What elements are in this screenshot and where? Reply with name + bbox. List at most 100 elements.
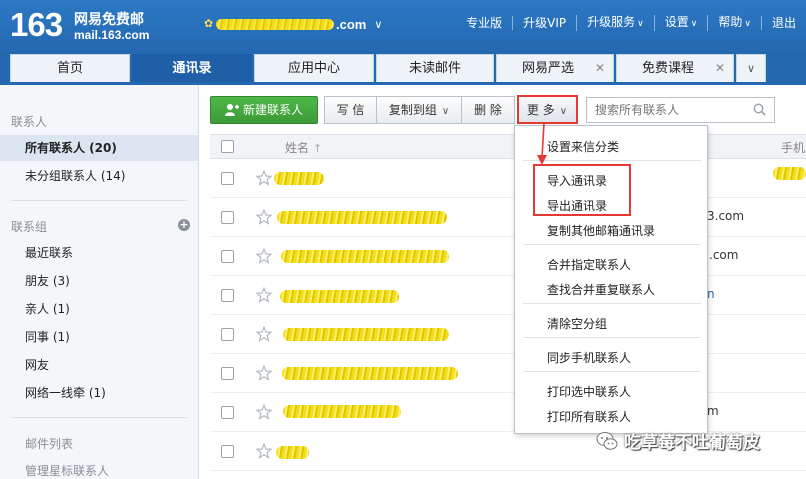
row-checkbox[interactable] bbox=[221, 445, 234, 458]
menu-item-print-all[interactable]: 打印所有联系人 bbox=[547, 408, 631, 425]
redacted-contact bbox=[282, 367, 458, 380]
more-button-highlight bbox=[517, 95, 578, 124]
sidebar-divider bbox=[11, 417, 187, 418]
tab-free-course[interactable]: 免费课程 ✕ bbox=[616, 54, 734, 82]
search-input[interactable] bbox=[587, 98, 747, 122]
sidebar-item-online-match[interactable]: 网络一线牵 (1) bbox=[0, 380, 198, 406]
column-header-phone[interactable]: 手机 bbox=[781, 139, 805, 156]
sidebar-heading-groups: 联系组 bbox=[11, 220, 48, 234]
sidebar-heading-contacts: 联系人 bbox=[11, 115, 48, 129]
star-icon[interactable] bbox=[256, 248, 272, 264]
row-checkbox[interactable] bbox=[221, 406, 234, 419]
tab-home[interactable]: 首页 bbox=[10, 54, 130, 82]
row-checkbox[interactable] bbox=[221, 289, 234, 302]
nav-settings[interactable]: 设置 ∨ bbox=[653, 15, 708, 31]
new-contact-button[interactable]: 新建联系人 bbox=[210, 96, 318, 124]
tab-overflow[interactable]: ∨ bbox=[736, 54, 766, 82]
nav-pro[interactable]: 专业版 bbox=[456, 16, 512, 30]
menu-separator bbox=[523, 303, 701, 304]
menu-item-copy-other-mailbox[interactable]: 复制其他邮箱通讯录 bbox=[547, 222, 655, 239]
sidebar-item-all-contacts[interactable]: 所有联系人 (20) bbox=[0, 135, 198, 161]
star-icon[interactable] bbox=[256, 365, 272, 381]
star-icon[interactable] bbox=[256, 443, 272, 459]
chevron-down-icon: ∨ bbox=[746, 62, 756, 75]
redacted-contact bbox=[283, 328, 449, 341]
delete-button[interactable]: 删 除 bbox=[461, 96, 515, 124]
sidebar-heading-mail-list: 邮件列表 bbox=[25, 437, 74, 451]
menu-item-find-duplicates[interactable]: 查找合并重复联系人 bbox=[547, 281, 655, 298]
account-switcher[interactable]: ✿ .com ∨ bbox=[204, 14, 382, 34]
chevron-down-icon: ∨ bbox=[690, 19, 698, 29]
menu-item-mail-classify[interactable]: 设置来信分类 bbox=[547, 138, 619, 155]
annotation-arrow-icon bbox=[537, 122, 547, 165]
redacted-contact bbox=[283, 405, 401, 418]
watermark: 吃草莓不吐葡萄皮 bbox=[596, 428, 760, 453]
logo-number[interactable]: 163 bbox=[10, 6, 63, 44]
redacted-contact bbox=[280, 290, 399, 303]
write-mail-button[interactable]: 写 信 bbox=[324, 96, 377, 124]
redacted-phone bbox=[773, 167, 806, 180]
select-all-checkbox[interactable] bbox=[221, 140, 234, 153]
sidebar-item-netfriends[interactable]: 网友 bbox=[0, 352, 198, 378]
top-nav: 专业版 升级VIP 升级服务 ∨ 设置 ∨ 帮助 ∨ 退出 bbox=[456, 13, 806, 33]
row-checkbox[interactable] bbox=[221, 172, 234, 185]
contact-email: .com bbox=[709, 248, 739, 262]
account-domain: .com bbox=[336, 16, 367, 32]
redacted-contact bbox=[277, 211, 447, 224]
row-checkbox[interactable] bbox=[221, 328, 234, 341]
watermark-text: 吃草莓不吐葡萄皮 bbox=[624, 433, 760, 453]
nav-help[interactable]: 帮助 ∨ bbox=[707, 15, 761, 31]
logo-text[interactable]: 网易免费邮 bbox=[74, 9, 144, 29]
add-group-icon[interactable]: + bbox=[178, 219, 190, 231]
chevron-down-icon[interactable]: ∨ bbox=[374, 18, 382, 31]
menu-item-sync-phone[interactable]: 同步手机联系人 bbox=[547, 349, 631, 366]
sidebar-item-colleagues[interactable]: 同事 (1) bbox=[0, 324, 198, 350]
redacted-contact bbox=[281, 250, 449, 263]
sidebar-item-friends[interactable]: 朋友 (3) bbox=[0, 268, 198, 294]
sidebar-item-family[interactable]: 亲人 (1) bbox=[0, 296, 198, 322]
account-icon: ✿ bbox=[204, 17, 214, 30]
copy-to-group-button[interactable]: 复制到组 ∨ bbox=[376, 96, 462, 124]
sidebar-manage-starred[interactable]: 管理星标联系人 bbox=[25, 462, 109, 479]
chevron-down-icon: ∨ bbox=[744, 19, 751, 29]
sidebar-item-ungrouped[interactable]: 未分组联系人 (14) bbox=[0, 163, 198, 189]
tab-unread[interactable]: 未读邮件 bbox=[376, 54, 494, 82]
sidebar-item-recent[interactable]: 最近联系 bbox=[0, 240, 198, 266]
close-icon[interactable]: ✕ bbox=[715, 55, 725, 82]
nav-upgrade-service[interactable]: 升级服务 ∨ bbox=[576, 15, 654, 31]
contact-search[interactable] bbox=[586, 97, 775, 123]
chevron-down-icon: ∨ bbox=[637, 19, 644, 29]
tab-bar: 首页 通讯录 应用中心 未读邮件 网易严选 ✕ 免费课程 ✕ ∨ bbox=[0, 54, 806, 85]
star-icon[interactable] bbox=[256, 326, 272, 342]
star-icon[interactable] bbox=[256, 404, 272, 420]
wechat-icon bbox=[596, 431, 618, 450]
logo-url[interactable]: mail.163.com bbox=[74, 28, 149, 42]
redacted-contact bbox=[274, 172, 324, 185]
menu-item-print-selected[interactable]: 打印选中联系人 bbox=[547, 383, 631, 400]
nav-logout[interactable]: 退出 bbox=[760, 16, 806, 30]
contact-email: 3.com bbox=[707, 209, 745, 223]
row-checkbox[interactable] bbox=[221, 211, 234, 224]
tab-yanxuan[interactable]: 网易严选 ✕ bbox=[496, 54, 614, 82]
star-icon[interactable] bbox=[256, 170, 272, 186]
redacted-account bbox=[216, 18, 334, 30]
row-checkbox[interactable] bbox=[221, 367, 234, 380]
chevron-down-icon: ∨ bbox=[441, 106, 450, 117]
tab-contacts[interactable]: 通讯录 bbox=[132, 54, 252, 85]
column-header-name[interactable]: 姓名 ↑ bbox=[285, 139, 322, 156]
tab-app-center[interactable]: 应用中心 bbox=[254, 54, 374, 82]
redacted-contact bbox=[276, 446, 309, 459]
star-icon[interactable] bbox=[256, 209, 272, 225]
menu-item-merge-selected[interactable]: 合并指定联系人 bbox=[547, 256, 631, 273]
contact-email: n bbox=[707, 287, 715, 301]
search-icon[interactable] bbox=[753, 103, 766, 116]
import-export-highlight bbox=[533, 164, 631, 216]
menu-item-clear-empty-groups[interactable]: 清除空分组 bbox=[547, 315, 607, 332]
add-user-icon bbox=[224, 104, 239, 116]
row-checkbox[interactable] bbox=[221, 250, 234, 263]
star-icon[interactable] bbox=[256, 287, 272, 303]
nav-upgrade-vip[interactable]: 升级VIP bbox=[512, 16, 576, 30]
close-icon[interactable]: ✕ bbox=[595, 55, 605, 82]
menu-separator bbox=[523, 337, 701, 338]
sidebar-divider bbox=[11, 200, 187, 201]
